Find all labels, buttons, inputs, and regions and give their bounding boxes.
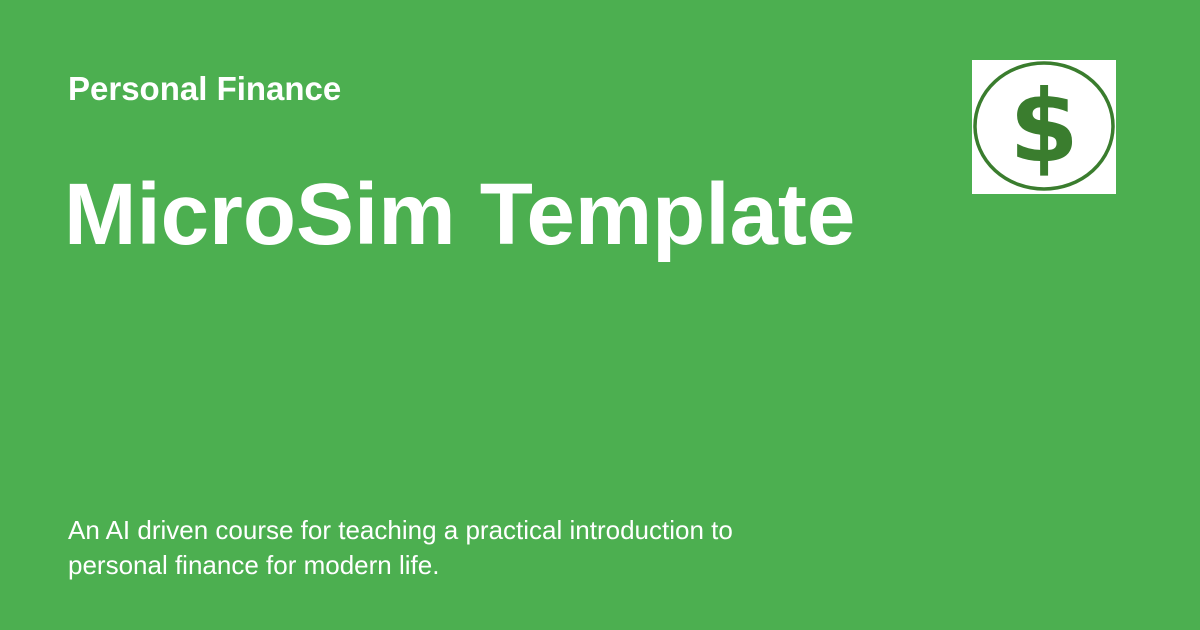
dollar-sign-glyph: $ xyxy=(1009,68,1079,185)
site-name: Personal Finance xyxy=(68,70,342,107)
page-description: An AI driven course for teaching a pract… xyxy=(68,515,733,580)
site-logo: $ xyxy=(972,60,1116,194)
page-title: MicroSim Template xyxy=(64,166,856,263)
social-card: Personal Finance MicroSim Template An AI… xyxy=(0,0,1200,630)
dollar-sign-icon: $ xyxy=(973,61,1115,191)
